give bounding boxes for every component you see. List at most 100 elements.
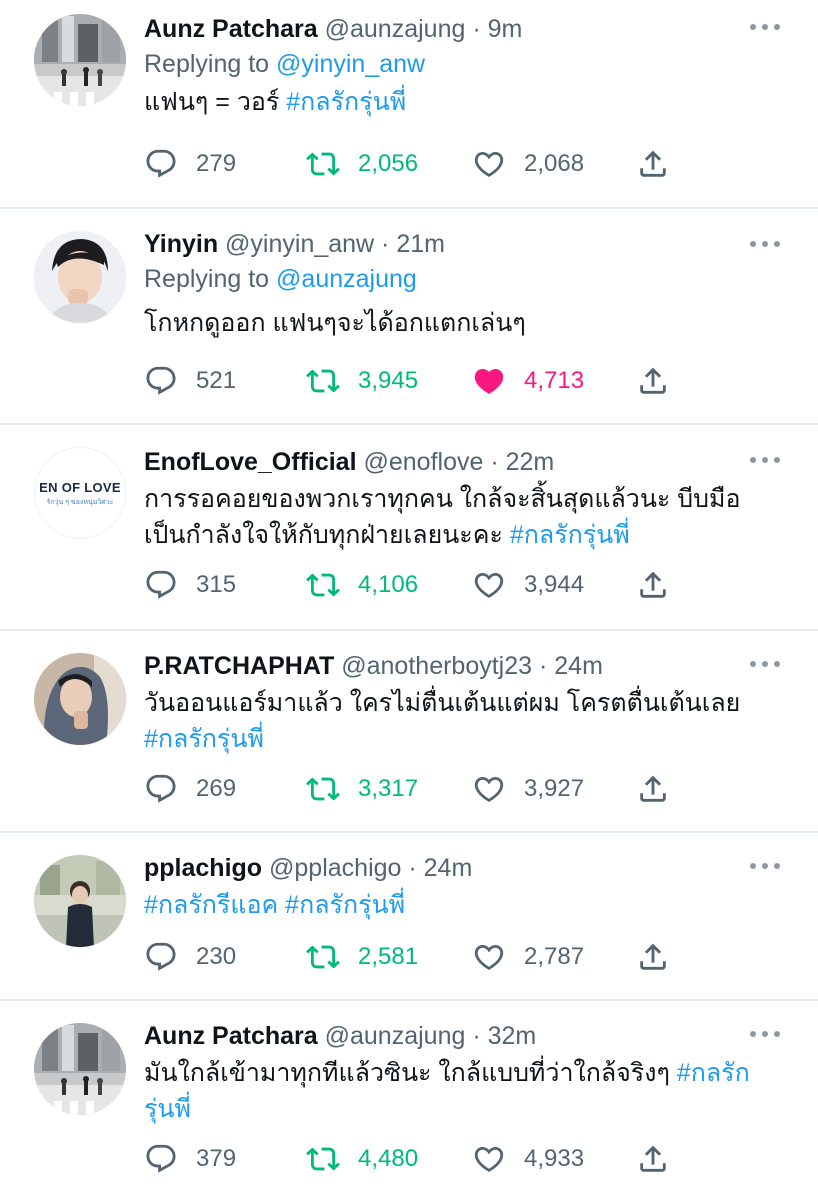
more-options-icon[interactable] — [750, 457, 780, 465]
retweet-icon — [306, 772, 340, 806]
reply-icon — [144, 364, 178, 398]
timestamp[interactable]: 24m — [424, 854, 473, 882]
user-handle[interactable]: @enoflove — [364, 448, 484, 476]
tweet[interactable]: pplachigo @pplachigo · 24m #กลรักรีแอค #… — [0, 833, 818, 999]
hashtag-link[interactable]: #กลรัก — [677, 1059, 750, 1087]
more-options-icon[interactable] — [750, 241, 780, 249]
hashtag-link[interactable]: #กลรักรีแอค — [144, 891, 278, 919]
like-button[interactable]: 4,713 — [472, 361, 584, 401]
tweet[interactable]: Yinyin @yinyin_anw · 21m Replying to @au… — [0, 209, 818, 423]
share-button[interactable] — [636, 1139, 670, 1179]
share-button[interactable] — [636, 769, 670, 809]
tweet[interactable]: Aunz Patchara @aunzajung · 9m Replying t… — [0, 0, 818, 208]
timestamp[interactable]: 9m — [488, 15, 523, 43]
reply-count: 269 — [196, 775, 237, 802]
tweet-actions: 315 4,106 3,944 — [144, 565, 684, 605]
timestamp[interactable]: 32m — [488, 1022, 537, 1050]
user-handle[interactable]: @yinyin_anw — [225, 230, 374, 258]
like-button[interactable]: 2,787 — [472, 937, 584, 977]
reply-count: 230 — [196, 943, 237, 970]
reply-button[interactable]: 230 — [144, 937, 236, 977]
retweet-count: 2,056 — [358, 150, 419, 177]
reply-button[interactable]: 521 — [144, 361, 236, 401]
tweet-header: Aunz Patchara @aunzajung · 9m — [144, 15, 523, 43]
user-handle[interactable]: @aunzajung — [325, 1022, 466, 1050]
reply-button[interactable]: 279 — [144, 144, 236, 184]
reply-count: 379 — [196, 1145, 237, 1172]
share-button[interactable] — [636, 565, 670, 605]
display-name[interactable]: pplachigo — [144, 854, 262, 882]
tweet[interactable]: Aunz Patchara @aunzajung · 32m มันใกล้เข… — [0, 1001, 818, 1200]
like-count: 2,068 — [524, 150, 585, 177]
share-icon — [636, 364, 670, 398]
hashtag-link[interactable]: #กลรักรุ่นพี่ — [286, 88, 406, 116]
like-button[interactable]: 2,068 — [472, 144, 584, 184]
portrait-photo-icon — [34, 231, 126, 323]
retweet-icon — [306, 1142, 340, 1176]
tweet-header: EnofLove_Official @enoflove · 22m — [144, 448, 555, 476]
reply-button[interactable]: 269 — [144, 769, 236, 809]
hashtag-link[interactable]: #กลรักรุ่นพี่ — [144, 725, 264, 753]
share-button[interactable] — [636, 937, 670, 977]
like-count: 4,933 — [524, 1145, 585, 1172]
reply-icon — [144, 1142, 178, 1176]
display-name[interactable]: Yinyin — [144, 230, 218, 258]
avatar[interactable] — [34, 231, 126, 323]
reply-button[interactable]: 379 — [144, 1139, 236, 1179]
more-options-icon[interactable] — [750, 24, 780, 32]
more-options-icon[interactable] — [750, 661, 780, 669]
enoflove-logo: EN OF LOVE รักวุ่น ๆ ของหนุ่มวิศวะ — [39, 480, 121, 506]
share-button[interactable] — [636, 361, 670, 401]
tweet-text: มันใกล้เข้ามาทุกทีแล้วซินะ ใกล้แบบที่ว่า… — [144, 1059, 750, 1123]
tweet[interactable]: EN OF LOVE รักวุ่น ๆ ของหนุ่มวิศวะ EnofL… — [0, 425, 818, 629]
tweet-actions: 279 2,056 2,068 — [144, 144, 684, 184]
avatar[interactable] — [34, 14, 126, 106]
like-count: 2,787 — [524, 943, 585, 970]
reply-button[interactable]: 315 — [144, 565, 236, 605]
display-name[interactable]: Aunz Patchara — [144, 1022, 318, 1050]
user-handle[interactable]: @aunzajung — [325, 15, 466, 43]
user-handle[interactable]: @anotherboytj23 — [341, 652, 532, 680]
mention-link[interactable]: @yinyin_anw — [276, 50, 425, 78]
display-name[interactable]: EnofLove_Official — [144, 448, 357, 476]
tweet-text: การรอคอยของพวกเราทุกคน ใกล้จะสิ้นสุดแล้ว… — [144, 485, 741, 549]
avatar[interactable]: EN OF LOVE รักวุ่น ๆ ของหนุ่มวิศวะ — [34, 447, 126, 539]
more-options-icon[interactable] — [750, 863, 780, 871]
city-street-photo-icon — [34, 1023, 126, 1115]
retweet-button[interactable]: 2,581 — [306, 937, 418, 977]
hashtag-link[interactable]: #กลรักรุ่นพี่ — [510, 521, 630, 549]
reply-icon — [144, 147, 178, 181]
avatar[interactable] — [34, 653, 126, 745]
retweet-icon — [306, 940, 340, 974]
avatar[interactable] — [34, 855, 126, 947]
retweet-button[interactable]: 3,945 — [306, 361, 418, 401]
retweet-button[interactable]: 4,480 — [306, 1139, 418, 1179]
hashtag-link-continued[interactable]: รุ่นพี่ — [144, 1095, 191, 1123]
like-button[interactable]: 3,927 — [472, 769, 584, 809]
retweet-button[interactable]: 2,056 — [306, 144, 418, 184]
mention-link[interactable]: @aunzajung — [276, 265, 417, 293]
timestamp[interactable]: 21m — [396, 230, 445, 258]
tweet-text: #กลรักรีแอค #กลรักรุ่นพี่ — [144, 887, 778, 923]
display-name[interactable]: Aunz Patchara — [144, 15, 318, 43]
tweet[interactable]: P.RATCHAPHAT @anotherboytj23 · 24m วันออ… — [0, 631, 818, 831]
timestamp[interactable]: 24m — [554, 652, 603, 680]
more-options-icon[interactable] — [750, 1031, 780, 1039]
heart-icon — [472, 940, 506, 974]
avatar[interactable] — [34, 1023, 126, 1115]
timestamp[interactable]: 22m — [506, 448, 555, 476]
like-count: 3,944 — [524, 571, 585, 598]
outdoor-portrait-photo-icon — [34, 855, 126, 947]
user-handle[interactable]: @pplachigo — [269, 854, 401, 882]
retweet-button[interactable]: 4,106 — [306, 565, 418, 605]
display-name[interactable]: P.RATCHAPHAT — [144, 652, 334, 680]
share-icon — [636, 1142, 670, 1176]
retweet-button[interactable]: 3,317 — [306, 769, 418, 809]
retweet-count: 2,581 — [358, 943, 419, 970]
retweet-icon — [306, 568, 340, 602]
like-button[interactable]: 4,933 — [472, 1139, 584, 1179]
heart-icon — [472, 147, 506, 181]
hashtag-link[interactable]: #กลรักรุ่นพี่ — [285, 891, 405, 919]
like-button[interactable]: 3,944 — [472, 565, 584, 605]
share-button[interactable] — [636, 144, 670, 184]
